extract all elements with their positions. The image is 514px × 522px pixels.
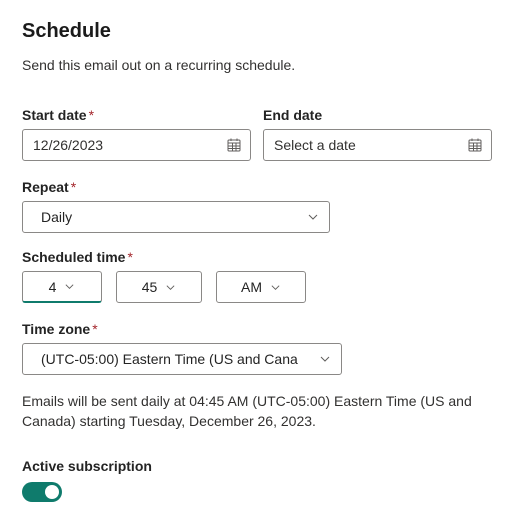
end-date-placeholder: Select a date	[274, 137, 467, 153]
required-asterisk: *	[89, 107, 94, 123]
time-row: 4 45 AM	[22, 271, 492, 303]
required-asterisk: *	[92, 321, 97, 337]
timezone-label: Time zone*	[22, 321, 342, 337]
scheduled-time-label: Scheduled time*	[22, 249, 492, 265]
repeat-select[interactable]: Daily	[22, 201, 330, 233]
date-row: Start date* 12/26/2023 End date	[22, 107, 492, 161]
end-date-label-text: End date	[263, 107, 322, 123]
active-subscription-field: Active subscription	[22, 458, 492, 502]
repeat-value: Daily	[41, 209, 307, 225]
chevron-down-icon	[319, 353, 331, 365]
start-date-input[interactable]: 12/26/2023	[22, 129, 251, 161]
page-title: Schedule	[22, 20, 492, 43]
timezone-value: (UTC-05:00) Eastern Time (US and Cana	[41, 351, 319, 367]
chevron-down-icon	[165, 282, 176, 293]
scheduled-time-label-text: Scheduled time	[22, 249, 125, 265]
required-asterisk: *	[127, 249, 132, 265]
page-subtitle: Send this email out on a recurring sched…	[22, 57, 492, 73]
repeat-field: Repeat* Daily	[22, 179, 492, 233]
ampm-select[interactable]: AM	[216, 271, 306, 303]
timezone-select[interactable]: (UTC-05:00) Eastern Time (US and Cana	[22, 343, 342, 375]
start-date-label: Start date*	[22, 107, 251, 123]
end-date-input[interactable]: Select a date	[263, 129, 492, 161]
start-date-label-text: Start date	[22, 107, 87, 123]
active-subscription-label: Active subscription	[22, 458, 492, 474]
chevron-down-icon	[307, 211, 319, 223]
chevron-down-icon	[270, 282, 281, 293]
calendar-icon[interactable]	[467, 137, 483, 153]
start-date-value: 12/26/2023	[33, 137, 226, 153]
minute-select[interactable]: 45	[116, 271, 202, 303]
repeat-label: Repeat*	[22, 179, 492, 195]
toggle-knob	[45, 485, 59, 499]
hour-select[interactable]: 4	[22, 271, 102, 303]
end-date-field: End date Select a date	[263, 107, 492, 161]
scheduled-time-field: Scheduled time* 4 45 AM	[22, 249, 492, 303]
timezone-field: Time zone* (UTC-05:00) Eastern Time (US …	[22, 321, 342, 375]
ampm-value: AM	[241, 279, 262, 295]
calendar-icon[interactable]	[226, 137, 242, 153]
chevron-down-icon	[64, 281, 75, 292]
required-asterisk: *	[71, 179, 76, 195]
timezone-label-text: Time zone	[22, 321, 90, 337]
repeat-label-text: Repeat	[22, 179, 69, 195]
hour-value: 4	[49, 279, 57, 295]
active-subscription-toggle[interactable]	[22, 482, 62, 502]
schedule-summary: Emails will be sent daily at 04:45 AM (U…	[22, 391, 492, 432]
start-date-field: Start date* 12/26/2023	[22, 107, 251, 161]
end-date-label: End date	[263, 107, 492, 123]
minute-value: 45	[142, 279, 158, 295]
